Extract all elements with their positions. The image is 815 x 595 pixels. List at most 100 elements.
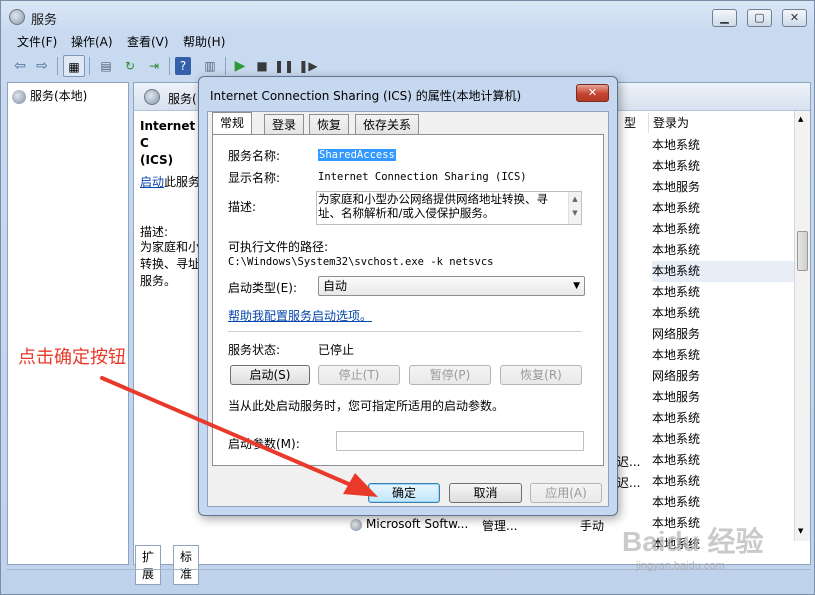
resume-button[interactable]: 恢复(R) bbox=[500, 365, 582, 385]
pause-button[interactable]: 暂停(P) bbox=[409, 365, 491, 385]
list-item-status: 迟... bbox=[617, 476, 641, 490]
maximize-button[interactable]: ▢ bbox=[747, 9, 772, 27]
service-startup: 手动 bbox=[580, 519, 605, 533]
list-item[interactable]: 本地系统 bbox=[652, 282, 807, 303]
ok-button[interactable]: 确定 bbox=[368, 483, 440, 503]
stop-service-icon[interactable]: ■ bbox=[251, 55, 273, 77]
menu-action[interactable]: 操作(A) bbox=[71, 33, 113, 50]
start-params-label: 启动参数(M): bbox=[228, 437, 300, 451]
list-item[interactable]: 本地系统 bbox=[652, 408, 807, 429]
description-label: 描述: bbox=[228, 200, 257, 214]
tab-logon[interactable]: 登录 bbox=[264, 114, 305, 134]
start-params-hint: 当从此处启动服务时，您可指定所适用的启动参数。 bbox=[228, 399, 505, 413]
startup-type-value: 自动 bbox=[323, 279, 348, 293]
scroll-up-icon[interactable]: ▲ bbox=[798, 115, 803, 123]
list-item[interactable]: 本地服务 bbox=[652, 387, 807, 408]
cancel-button[interactable]: 取消 bbox=[449, 483, 522, 503]
dialog-close-button[interactable]: ✕ bbox=[576, 84, 609, 102]
list-item[interactable]: 本地系统 bbox=[652, 429, 807, 450]
list-item[interactable]: 本地系统 bbox=[652, 198, 807, 219]
service-status-label: 服务状态: bbox=[228, 343, 281, 357]
column-header-startup-type[interactable]: 型 bbox=[620, 113, 648, 133]
exe-path-value: C:\Windows\System32\svchost.exe -k netsv… bbox=[228, 256, 494, 268]
minimize-button[interactable]: ▁ bbox=[712, 9, 737, 27]
start-params-input[interactable] bbox=[336, 431, 584, 451]
menu-file[interactable]: 文件(F) bbox=[17, 33, 57, 50]
service-name-value[interactable]: SharedAccess bbox=[318, 149, 396, 161]
display-name-label: 显示名称: bbox=[228, 171, 281, 185]
list-item[interactable]: 本地系统 bbox=[652, 345, 807, 366]
dialog-body: 常规 登录 恢复 依存关系 服务名称: SharedAccess 显示名称: I… bbox=[207, 111, 609, 507]
console-tree-icon[interactable]: ▦ bbox=[63, 55, 85, 77]
service-description-title: Internet C (ICS) bbox=[140, 118, 200, 169]
properties-icon[interactable]: ▤ bbox=[95, 55, 117, 77]
desc-title-line: (ICS) bbox=[140, 153, 174, 167]
console-tree: 服务(本地) bbox=[7, 82, 129, 565]
status-bar bbox=[7, 569, 811, 589]
desc-line: 转换、寻址 bbox=[140, 257, 201, 271]
gear-icon bbox=[350, 518, 362, 531]
scrollbar-thumb[interactable] bbox=[797, 231, 808, 271]
description-text: 为家庭和小 转换、寻址 服务。 bbox=[140, 239, 204, 290]
watermark-logo: Baidu 经验 bbox=[622, 526, 764, 557]
menu-view[interactable]: 查看(V) bbox=[127, 33, 169, 50]
toolbar-separator bbox=[57, 57, 58, 75]
list-item[interactable]: 本地系统 bbox=[652, 156, 807, 177]
tab-general[interactable]: 常规 bbox=[212, 112, 253, 135]
restart-service-icon[interactable]: ❚▶ bbox=[297, 55, 319, 77]
tab-recovery[interactable]: 恢复 bbox=[309, 114, 350, 134]
description-box[interactable]: 为家庭和小型办公网络提供网络地址转换、寻址、名称解析和/或入侵保护服务。 ▲ ▼ bbox=[316, 191, 582, 225]
list-item[interactable]: 本地系统 bbox=[652, 492, 807, 513]
service-status-value: 已停止 bbox=[318, 343, 355, 357]
list-item[interactable]: 本地服务 bbox=[652, 177, 807, 198]
stop-button[interactable]: 停止(T) bbox=[318, 365, 400, 385]
column-header-logon[interactable]: 登录为 bbox=[648, 113, 794, 133]
desc-title-line: Internet C bbox=[140, 119, 196, 150]
exe-path-label: 可执行文件的路径: bbox=[228, 240, 329, 254]
annotation-text: 点击确定按钮 bbox=[18, 347, 126, 368]
window-title: 服务 bbox=[31, 13, 58, 28]
vertical-scrollbar[interactable]: ▲ ▼ bbox=[794, 111, 810, 541]
list-item[interactable]: 网络服务 bbox=[652, 324, 807, 345]
desc-line: 为家庭和小 bbox=[140, 240, 201, 254]
list-item[interactable]: 本地系统 bbox=[652, 240, 807, 261]
tree-item-services-local[interactable]: 服务(本地) bbox=[12, 87, 87, 104]
description-label: 描述: bbox=[140, 225, 169, 239]
export-list-icon[interactable]: ⇥ bbox=[143, 55, 165, 77]
services-gear-icon bbox=[9, 9, 25, 25]
start-service-icon[interactable]: ▶ bbox=[229, 55, 251, 77]
display-name-value[interactable]: Internet Connection Sharing (ICS) bbox=[318, 171, 527, 183]
refresh-icon[interactable]: ↻ bbox=[119, 55, 141, 77]
close-button[interactable]: ✕ bbox=[782, 9, 807, 27]
forward-arrow-icon[interactable]: ⇨ bbox=[31, 55, 53, 77]
startup-type-select[interactable]: 自动 ▼ bbox=[318, 276, 585, 296]
logon-column: 本地系统 本地系统 本地服务 本地系统 本地系统 本地系统 本地系统 本地系统 本地系统 网络服务… bbox=[652, 135, 807, 555]
snapin-icon[interactable]: ▥ bbox=[199, 55, 221, 77]
help-icon[interactable]: ? bbox=[175, 57, 191, 75]
tab-dependencies[interactable]: 依存关系 bbox=[355, 114, 420, 134]
list-item[interactable]: 本地系统 bbox=[652, 471, 807, 492]
help-configure-link[interactable]: 帮助我配置服务启动选项。 bbox=[228, 307, 372, 324]
list-item[interactable]: 本地系统 bbox=[652, 219, 807, 240]
desc-line: 服务。 bbox=[140, 274, 177, 288]
list-item[interactable]: 本地系统 bbox=[652, 303, 807, 324]
menu-help[interactable]: 帮助(H) bbox=[183, 33, 225, 50]
pause-service-icon[interactable]: ❚❚ bbox=[273, 55, 295, 77]
start-service-link[interactable]: 启动 bbox=[140, 173, 164, 190]
divider bbox=[228, 331, 582, 332]
list-item[interactable]: 本地系统 bbox=[652, 450, 807, 471]
back-arrow-icon[interactable]: ⇦ bbox=[9, 55, 31, 77]
description-scrollbar[interactable]: ▲ ▼ bbox=[568, 192, 581, 224]
start-button[interactable]: 启动(S) bbox=[230, 365, 310, 385]
list-item[interactable]: 本地系统 bbox=[652, 135, 807, 156]
scroll-down-icon[interactable]: ▼ bbox=[798, 527, 803, 535]
description-text: 为家庭和小型办公网络提供网络地址转换、寻址、名称解析和/或入侵保护服务。 bbox=[318, 192, 548, 220]
list-item[interactable]: 本地系统 bbox=[652, 261, 807, 282]
table-row[interactable]: Microsoft Softw... bbox=[350, 517, 468, 531]
list-item[interactable]: 网络服务 bbox=[652, 366, 807, 387]
menu-bar: 文件(F) 操作(A) 查看(V) 帮助(H) bbox=[1, 31, 814, 51]
start-link-suffix: 此服务 bbox=[164, 175, 201, 189]
list-item-status: 迟... bbox=[617, 455, 641, 469]
service-name-label: 服务名称: bbox=[228, 149, 281, 163]
apply-button[interactable]: 应用(A) bbox=[530, 483, 602, 503]
